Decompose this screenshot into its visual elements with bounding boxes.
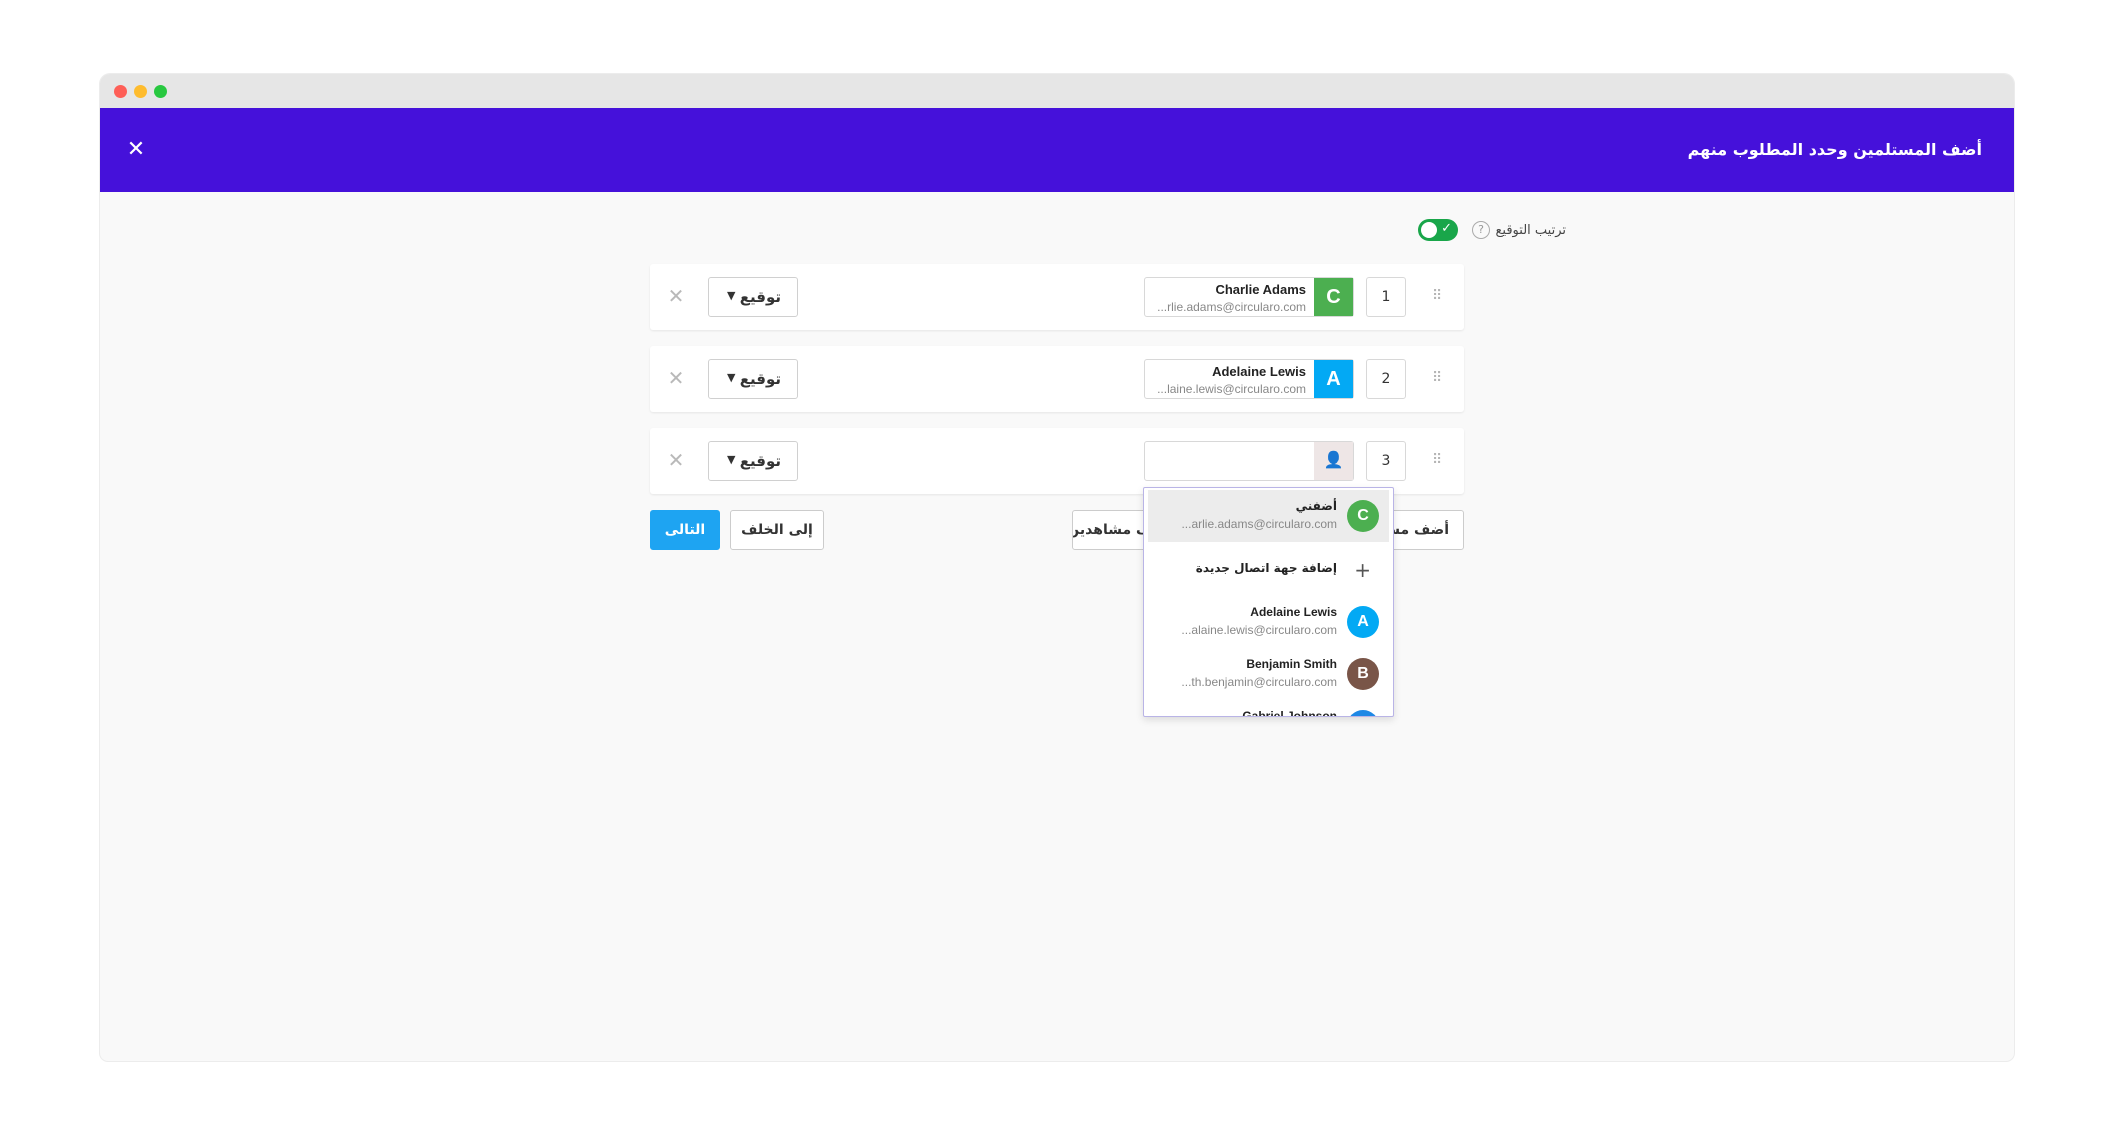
signing-order-toggle[interactable]: ✓ [1418,219,1458,241]
signing-order-label: ترتيب التوقيع [1495,223,1567,238]
recipient-field[interactable]: C Charlie Adams ...rlie.adams@circularo.… [1144,277,1354,317]
dialog-title: أضف المستلمين وحدد المطلوب منهم [1687,140,1982,159]
order-number[interactable]: 3 [1366,441,1406,481]
toggle-knob [1421,222,1437,238]
add-contact-option[interactable]: + إضافة جهة اتصال جديدة [1148,544,1389,596]
recipient-row: ⠿ 1 C Charlie Adams ...rlie.adams@circul… [650,264,1464,330]
avatar: G [1347,710,1379,716]
role-label: توقيع [739,288,781,306]
recipient-search-field[interactable]: 👤 [1144,441,1354,481]
role-label: توقيع [739,370,781,388]
help-icon[interactable]: ? [1472,221,1490,239]
caret-down-icon: ▼ [727,453,736,466]
option-name: أضفني [1295,499,1337,513]
remove-recipient-icon[interactable]: ✕ [664,448,688,472]
window-minimize-dot[interactable] [134,85,147,98]
window-maximize-dot[interactable] [154,85,167,98]
avatar: A [1347,606,1379,638]
recipient-email: ...laine.lewis@circularo.com [1157,382,1306,396]
role-select[interactable]: توقيع ▼ [708,277,798,317]
role-select[interactable]: توقيع ▼ [708,441,798,481]
person-icon: 👤 [1314,442,1353,480]
role-label: توقيع [739,452,781,470]
close-icon[interactable]: ✕ [124,138,148,162]
order-number[interactable]: 2 [1366,359,1406,399]
contact-dropdown: C أضفني ...arlie.adams@circularo.com + إ… [1143,487,1394,717]
recipient-row: ⠿ 3 👤 توقيع ▼ ✕ [650,428,1464,494]
window-titlebar [100,74,2014,108]
contact-option[interactable]: B Benjamin Smith ...th.benjamin@circular… [1148,648,1389,700]
avatar: C [1347,500,1379,532]
contact-option[interactable]: G Gabriel Johnson [1148,700,1389,717]
drag-handle-icon[interactable]: ⠿ [1432,288,1444,306]
add-contact-label: إضافة جهة اتصال جديدة [1195,561,1337,575]
add-me-option[interactable]: C أضفني ...arlie.adams@circularo.com [1148,490,1389,542]
caret-down-icon: ▼ [727,371,736,384]
check-icon: ✓ [1441,221,1452,236]
recipient-name: Adelaine Lewis [1212,364,1306,379]
avatar: C [1314,278,1353,316]
option-email: ...alaine.lewis@circularo.com [1181,623,1337,637]
caret-down-icon: ▼ [727,289,736,302]
drag-handle-icon[interactable]: ⠿ [1432,452,1444,470]
option-email: ...arlie.adams@circularo.com [1181,517,1337,531]
option-email: ...th.benjamin@circularo.com [1181,675,1337,689]
window-close-dot[interactable] [114,85,127,98]
dialog-header: أضف المستلمين وحدد المطلوب منهم ✕ [100,108,2014,192]
avatar: B [1347,658,1379,690]
recipient-row: ⠿ 2 A Adelaine Lewis ...laine.lewis@circ… [650,346,1464,412]
role-select[interactable]: توقيع ▼ [708,359,798,399]
remove-recipient-icon[interactable]: ✕ [664,366,688,390]
avatar: A [1314,360,1353,398]
recipient-field[interactable]: A Adelaine Lewis ...laine.lewis@circular… [1144,359,1354,399]
signing-order-row: ترتيب التوقيع ? ✓ [1320,216,1566,246]
app-window: أضف المستلمين وحدد المطلوب منهم ✕ ترتيب … [100,74,2014,1061]
drag-handle-icon[interactable]: ⠿ [1432,370,1444,388]
plus-icon: + [1354,558,1371,582]
recipient-email: ...rlie.adams@circularo.com [1157,300,1306,314]
order-number[interactable]: 1 [1366,277,1406,317]
next-button[interactable]: التالى [650,510,720,550]
option-name: Gabriel Johnson [1242,709,1337,717]
option-name: Adelaine Lewis [1250,605,1337,619]
back-button[interactable]: إلى الخلف [730,510,824,550]
option-name: Benjamin Smith [1246,657,1337,671]
remove-recipient-icon[interactable]: ✕ [664,284,688,308]
contact-option[interactable]: A Adelaine Lewis ...alaine.lewis@circula… [1148,596,1389,648]
recipient-name: Charlie Adams [1215,282,1306,297]
